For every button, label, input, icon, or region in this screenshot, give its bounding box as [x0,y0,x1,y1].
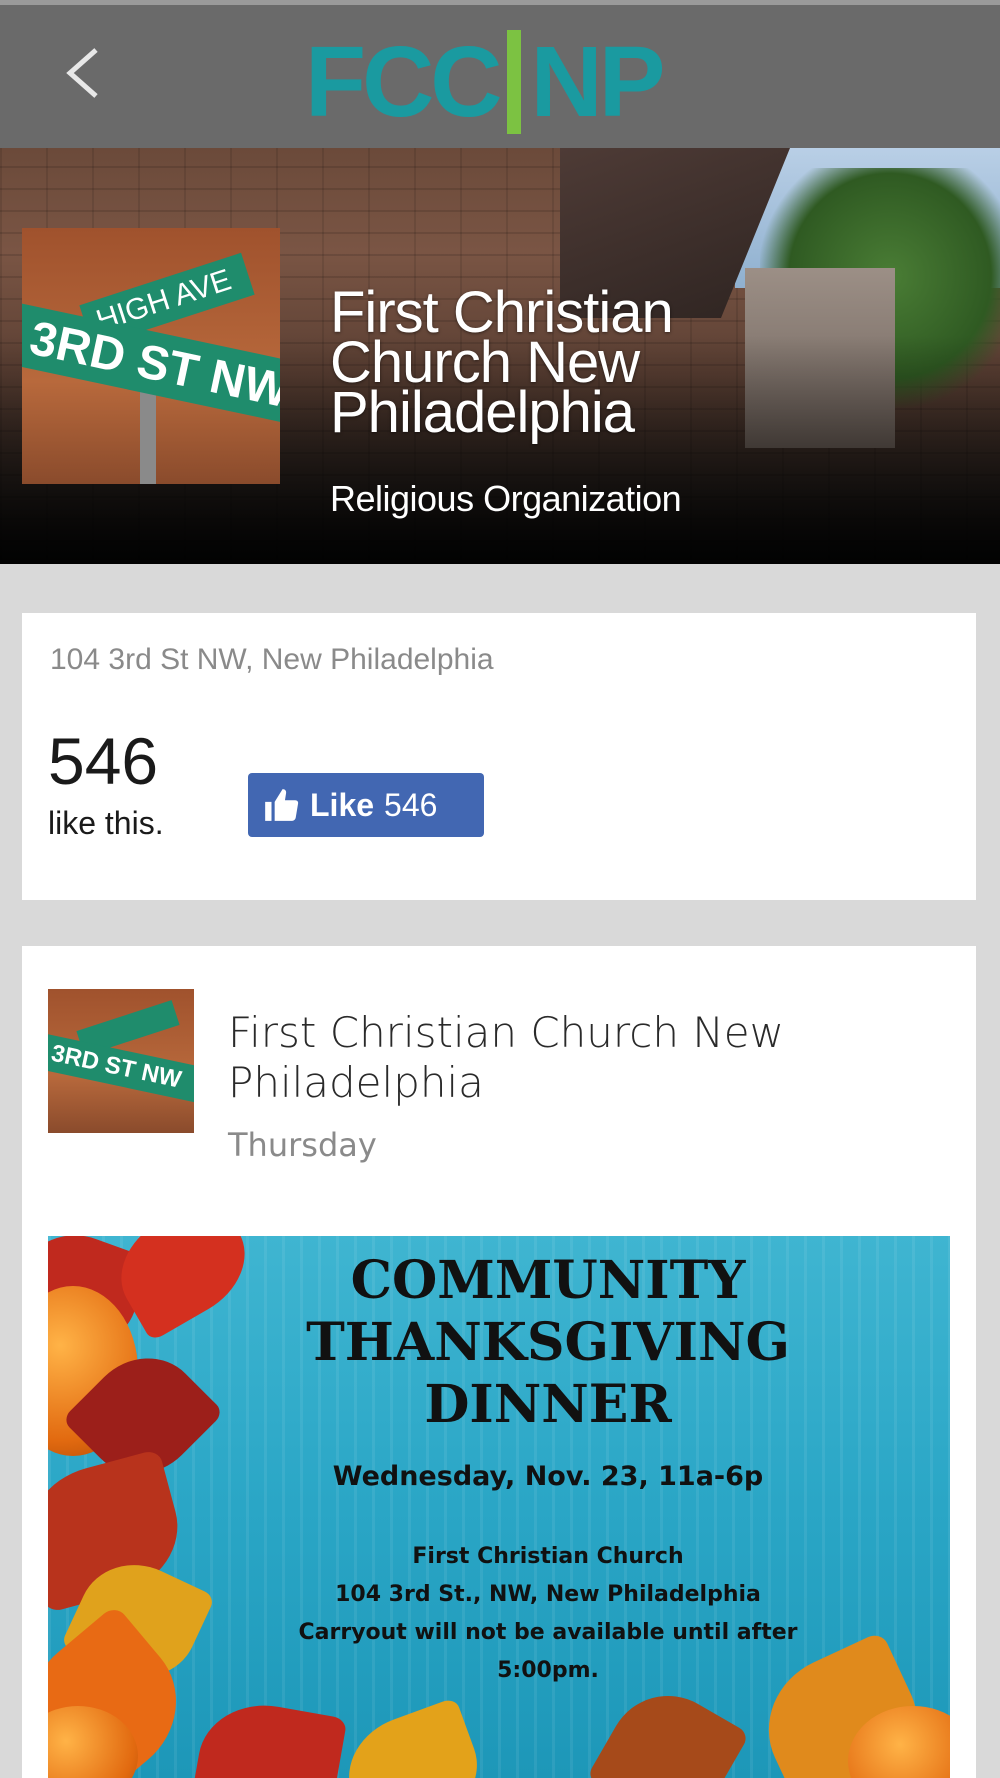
back-button[interactable] [52,43,112,103]
address-text[interactable]: 104 3rd St NW, New Philadelphia [50,643,494,677]
profile-picture[interactable]: HIGH AVE 3RD ST NW [22,228,280,484]
page-category: Religious Organization [330,478,682,519]
like-count-label: like this. [48,805,164,841]
post-timestamp[interactable]: Thursday [228,1126,377,1164]
like-button[interactable]: Like 546 [248,773,484,837]
flyer-detail-line: 104 3rd St., NW, New Philadelphia [335,1582,761,1607]
flyer-leaf [188,1694,348,1778]
page-info-card: 104 3rd St NW, New Philadelphia 546 like… [22,613,976,900]
logo-left-text: FCC [305,25,503,138]
logo-divider [506,30,521,134]
page-title: First Christian Church New Philadelphia [330,280,674,445]
like-count: 546 [48,724,159,798]
flyer-title-line: THANKSGIVING [306,1312,790,1373]
post-author[interactable]: First Christian Church New Philadelphia [228,1008,828,1108]
flyer-detail-line: First Christian Church [412,1544,684,1569]
avatar-sign-main: 3RD ST NW [48,1033,194,1105]
flyer-title: COMMUNITY THANKSGIVING DINNER [248,1250,848,1436]
post-image[interactable]: COMMUNITY THANKSGIVING DINNER Wednesday,… [48,1236,950,1778]
flyer-title-line: DINNER [424,1374,672,1435]
post-card: 3RD ST NW First Christian Church New Phi… [22,946,976,1778]
chevron-left-icon [66,48,98,98]
thumbs-up-icon [265,789,299,821]
flyer-title-line: COMMUNITY [350,1250,746,1311]
logo-right-text: NP [530,25,666,138]
flyer-date: Wednesday, Nov. 23, 11a-6p [332,1461,764,1492]
flyer-detail-line: 5:00pm. [497,1658,599,1683]
flyer-details: First Christian Church 104 3rd St., NW, … [248,1538,848,1690]
flyer-leaf [333,1697,493,1778]
top-nav-bar: FCC NP [0,0,1000,148]
flyer-detail-line: Carryout will not be available until aft… [298,1620,798,1645]
post-avatar[interactable]: 3RD ST NW [48,989,194,1133]
app-logo: FCC NP [305,25,695,138]
like-button-label: Like [310,786,375,823]
like-button-count: 546 [384,786,438,823]
